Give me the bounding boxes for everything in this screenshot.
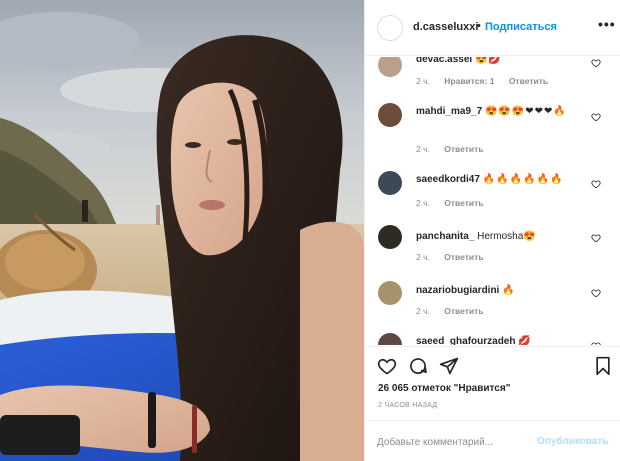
comment-time: 2 ч. xyxy=(416,252,430,262)
heart-icon[interactable] xyxy=(377,356,397,376)
commenter-avatar[interactable] xyxy=(378,103,402,127)
comment-meta: 2 ч. Ответить xyxy=(416,198,496,208)
bookmark-icon[interactable] xyxy=(593,356,613,376)
commenter-username[interactable]: nazariobugiardini xyxy=(416,285,499,296)
beach-selfie-image xyxy=(0,0,364,461)
comment-text: mahdi_ma9_7 😍😍😍❤❤❤🔥 xyxy=(416,105,586,118)
reply-button[interactable]: Ответить xyxy=(444,144,483,154)
comment-heart-icon[interactable] xyxy=(591,58,601,68)
comment-body: Hermosha xyxy=(477,231,524,242)
comment-body: 💋 xyxy=(518,336,532,345)
paper-plane-icon[interactable] xyxy=(439,356,459,376)
reply-button[interactable]: Ответить xyxy=(444,252,483,262)
comment-text: panchanita_ Hermosha😍 xyxy=(416,230,586,243)
comment-time: 2 ч. xyxy=(416,76,430,86)
commenter-avatar[interactable] xyxy=(378,171,402,195)
comment-meta: 2 ч. Ответить xyxy=(416,252,496,262)
commenter-avatar[interactable] xyxy=(378,281,402,305)
comment-time: 2 ч. xyxy=(416,144,430,154)
post-actions xyxy=(365,346,620,376)
reply-button[interactable]: Ответить xyxy=(509,76,548,86)
commenter-username[interactable]: saeed_ghafourzadeh xyxy=(416,336,515,345)
comment-time: 2 ч. xyxy=(416,306,430,316)
comment-emoji: 😍 xyxy=(523,231,537,242)
comment-heart-icon[interactable] xyxy=(591,288,601,298)
comment-bubble-icon[interactable] xyxy=(408,356,428,376)
commenter-avatar[interactable] xyxy=(378,225,402,249)
commenter-username[interactable]: saeedkordi47 xyxy=(416,174,480,185)
follow-button[interactable]: Подписаться xyxy=(485,21,557,33)
commenter-avatar[interactable] xyxy=(378,57,402,77)
comment-meta: 2 ч. Ответить xyxy=(416,306,496,316)
author-avatar[interactable] xyxy=(377,15,403,41)
comment-heart-icon[interactable] xyxy=(591,233,601,243)
reply-button[interactable]: Ответить xyxy=(444,306,483,316)
comment-text: devac.assel 😍💋 xyxy=(416,57,586,66)
post-header: d.casseluxxi • Подписаться ••• xyxy=(365,0,620,56)
comment-time: 2 ч. xyxy=(416,198,430,208)
comment-body: 🔥 xyxy=(502,285,516,296)
commenter-username[interactable]: panchanita_ xyxy=(416,231,474,242)
comment-meta: 2 ч. Нравится: 1 Ответить xyxy=(416,76,560,86)
comment-input[interactable] xyxy=(377,433,527,451)
header-separator: • xyxy=(477,20,481,32)
comment-heart-icon[interactable] xyxy=(591,341,601,345)
post-timestamp[interactable]: 2 ЧАСОВ НАЗАД xyxy=(378,402,437,409)
comment-heart-icon[interactable] xyxy=(591,112,601,122)
reply-button[interactable]: Ответить xyxy=(444,198,483,208)
commenter-avatar[interactable] xyxy=(378,333,402,345)
comment-text: saeed_ghafourzadeh 💋 xyxy=(416,335,586,345)
comment-body: 😍😍😍❤❤❤🔥 xyxy=(484,106,567,117)
post-photo[interactable] xyxy=(0,0,364,461)
author-username[interactable]: d.casseluxxi xyxy=(413,21,478,33)
comment-text: nazariobugiardini 🔥 xyxy=(416,284,586,297)
comment-heart-icon[interactable] xyxy=(591,179,601,189)
more-options-icon[interactable]: ••• xyxy=(598,16,616,32)
comment-likes[interactable]: Нравится: 1 xyxy=(444,76,494,86)
comment-body: 🔥🔥🔥🔥🔥🔥 xyxy=(482,174,564,185)
likes-count[interactable]: 26 065 отметок "Нравится" xyxy=(378,383,510,394)
add-comment-bar: Опубликовать xyxy=(365,420,620,461)
comment-text: saeedkordi47 🔥🔥🔥🔥🔥🔥 xyxy=(416,173,586,186)
commenter-username[interactable]: mahdi_ma9_7 xyxy=(416,106,482,117)
comment-body: 😍💋 xyxy=(474,57,502,65)
comments-list[interactable]: devac.assel 😍💋 2 ч. Нравится: 1 Ответить… xyxy=(365,57,620,345)
post-sidebar: d.casseluxxi • Подписаться ••• devac.ass… xyxy=(364,0,620,461)
commenter-username[interactable]: devac.assel xyxy=(416,57,472,65)
comment-meta: 2 ч. Ответить xyxy=(416,144,496,154)
publish-button[interactable]: Опубликовать xyxy=(537,436,608,447)
